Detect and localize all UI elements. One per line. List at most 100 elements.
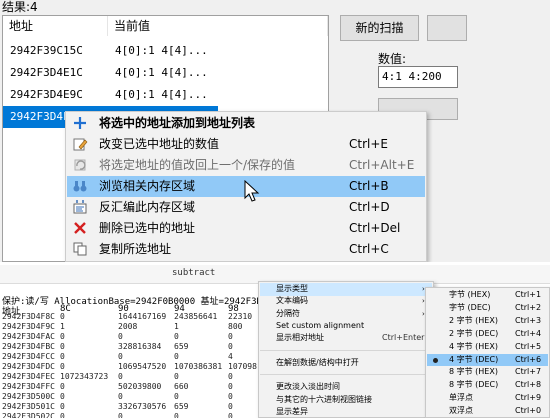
menu-item-shortcut: Ctrl+0 (515, 406, 542, 416)
memory-row-address: 2942F3D501C (2, 402, 55, 411)
edit-icon (73, 138, 88, 151)
memory-row-address: 2942F3D4FEC (2, 372, 55, 381)
scan-window: 结果:4 地址 当前值 2942F39C15C 4[0]:1 4[4]... 2… (0, 0, 550, 262)
memory-cell: 0 (60, 332, 65, 341)
undo-icon (74, 159, 86, 171)
display-type-option[interactable]: 双浮点 Ctrl+0 (427, 405, 548, 417)
delete-icon (74, 222, 86, 234)
memory-cell: 0 (60, 312, 65, 321)
memory-cell: 1069547520 (118, 362, 167, 371)
memory-row[interactable]: 2942F3D4F8C 0 1644167169 243856641 22310 (2, 313, 252, 321)
memory-row-address: 2942F3D500C (2, 392, 55, 401)
memory-cell: 0 (118, 412, 123, 418)
mouse-cursor-icon (244, 180, 260, 202)
menu-item-copy-address[interactable]: 复制所选地址 Ctrl+C (67, 239, 425, 260)
memory-cell: 502039800 (118, 382, 162, 391)
menu-item-restore-value[interactable]: 将选定地址的值改回上一个/保存的值 Ctrl+Alt+E (67, 155, 425, 176)
menu-item-shortcut: Ctrl+7 (515, 367, 542, 377)
menu-item-label: 双浮点 (449, 406, 473, 416)
memory-cell: 0 (118, 332, 123, 341)
menu-item-label: 改变已选中地址的数值 (99, 137, 220, 151)
display-type-option[interactable]: 8 字节 (DEC) Ctrl+8 (427, 379, 548, 392)
memory-row[interactable]: 2942F3D4FDC 0 1069547520 1070386381 107098 (2, 362, 257, 371)
display-type-option[interactable]: 字节 (HEX) Ctrl+1 (427, 289, 548, 302)
menu-item-label: 4 字节 (HEX) (449, 341, 498, 351)
memory-row[interactable]: 2942F3D4FEC 1072343723 0 0 0 (2, 373, 252, 381)
memory-menu-item[interactable]: 分隔符 › (260, 308, 432, 321)
memory-cell: 0 (174, 332, 179, 341)
display-type-option[interactable]: 8 字节 (HEX) Ctrl+7 (427, 366, 548, 379)
display-type-submenu: 字节 (HEX) Ctrl+1 字节 (DEC) Ctrl+2 2 字节 (HEX) Ct… (425, 287, 550, 418)
result-row[interactable]: 2942F39C15C 4[0]:1 4[4]... (3, 40, 328, 62)
memory-cell: 0 (228, 342, 233, 351)
display-type-option[interactable]: 4 字节 (DEC) Ctrl+6 (427, 353, 548, 367)
memory-row[interactable]: 2942F3D502C 0 0 0 0 (2, 413, 252, 418)
memory-row-address: 2942F3D4FAC (2, 332, 55, 341)
memory-row[interactable]: 2942F3D4FFC 0 502039800 660 0 (2, 383, 252, 391)
next-scan-button[interactable] (427, 15, 467, 41)
menu-item-label: 与其它的十六进制视图链接 (276, 394, 372, 404)
memory-menu-item[interactable]: 显示类型 › (260, 283, 432, 296)
result-row[interactable]: 2942F3D4E1C 4[0]:1 4[4]... (3, 62, 328, 84)
result-value: 4[0]:1 4[4]... (115, 88, 208, 101)
column-header-value[interactable]: 当前值 (108, 16, 328, 36)
display-type-option[interactable]: 2 字节 (HEX) Ctrl+3 (427, 315, 548, 328)
menu-item-label: Set custom alignment (276, 320, 365, 330)
result-address: 2942F3D4E1C (10, 66, 83, 79)
result-count-label: 结果:4 (2, 0, 38, 14)
memory-cell: 660 (174, 382, 189, 391)
menu-item-shortcut: Ctrl+C (349, 242, 389, 256)
display-type-option[interactable]: 单浮点 Ctrl+9 (427, 392, 548, 405)
memory-row[interactable]: 2942F3D4FAC 0 0 0 0 (2, 333, 252, 341)
display-type-option[interactable]: 2 字节 (DEC) Ctrl+4 (427, 328, 548, 341)
memory-cell: 0 (118, 352, 123, 361)
memory-menu-item[interactable]: 显示差异 (260, 406, 432, 417)
menu-item-label: 显示类型 (276, 284, 308, 293)
display-type-option[interactable]: 字节 (DEC) Ctrl+2 (427, 302, 548, 315)
memory-row[interactable]: 2942F3D4FBC 0 328816384 659 0 (2, 343, 252, 351)
memory-cell: 1 (174, 322, 179, 331)
menu-item-label: 4 字节 (DEC) (449, 354, 499, 364)
memory-cell: 0 (60, 382, 65, 391)
memory-region-info: 保护:读/写 AllocationBase=2942F0B0000 基址=294… (2, 297, 284, 307)
memory-cell: 0 (60, 342, 65, 351)
menu-item-add-to-list[interactable]: 将选中的地址添加到地址列表 (67, 113, 425, 134)
memory-row-address: 2942F3D4FFC (2, 382, 55, 391)
memory-row[interactable]: 2942F3D4F9C 1 2008 1 800 (2, 323, 252, 331)
memory-row[interactable]: 2942F3D501C 0 3326730576 659 0 (2, 403, 252, 411)
menu-item-delete[interactable]: 删除已选中的地址 Ctrl+Del (67, 218, 425, 239)
memory-cell: 0 (118, 392, 123, 401)
menu-item-shortcut: Ctrl+E (349, 137, 388, 151)
new-scan-button[interactable]: 新的扫描 (340, 15, 419, 41)
memory-cell: 3326730576 (118, 402, 167, 411)
menu-item-label: 8 字节 (HEX) (449, 367, 498, 377)
menu-item-label: 在解剖数据/结构中打开 (276, 357, 359, 367)
memory-viewer: subtract 保护:读/写 AllocationBase=2942F0B00… (0, 265, 550, 418)
result-row[interactable]: 2942F3D4E9C 4[0]:1 4[4]... (3, 84, 328, 106)
plus-icon (74, 117, 86, 129)
display-type-option[interactable]: 4 字节 (HEX) Ctrl+5 (427, 341, 548, 354)
menu-item-label: 更改淡入淡出时间 (276, 382, 340, 392)
memory-menu-item[interactable]: Set custom alignment (260, 320, 432, 333)
column-header-address[interactable]: 地址 (3, 16, 108, 36)
memory-row[interactable]: 2942F3D500C 0 0 0 0 (2, 393, 252, 401)
menu-item-shortcut: Ctrl+9 (515, 393, 542, 403)
memory-menu-item[interactable]: 在解剖数据/结构中打开 (260, 357, 432, 370)
memory-cell: 800 (228, 322, 243, 331)
value-input[interactable]: 4:1 4:200 (378, 66, 458, 88)
menu-item-change-value[interactable]: 改变已选中地址的数值 Ctrl+E (67, 134, 425, 155)
menu-item-shortcut: Ctrl+2 (515, 302, 542, 312)
memory-cell: 0 (228, 332, 233, 341)
menu-item-label: 8 字节 (DEC) (449, 380, 499, 390)
copy-icon (73, 242, 87, 256)
memory-cell: 0 (228, 412, 233, 418)
menu-item-shortcut: Ctrl+Del (349, 221, 401, 235)
memory-menu-item[interactable]: 文本编码 › (260, 295, 432, 308)
memory-row-address: 2942F3D4FDC (2, 362, 55, 371)
memory-menu-item[interactable]: 更改淡入淡出时间 (260, 381, 432, 394)
memory-menu-item[interactable]: 显示相对地址 Ctrl+Enter (260, 332, 432, 345)
memory-row[interactable]: 2942F3D4FCC 0 0 0 4 (2, 353, 252, 361)
memory-cell: 0 (174, 392, 179, 401)
memory-menu-item[interactable]: 与其它的十六进制视图链接 (260, 394, 432, 407)
menu-item-shortcut: Ctrl+Enter (382, 333, 425, 343)
